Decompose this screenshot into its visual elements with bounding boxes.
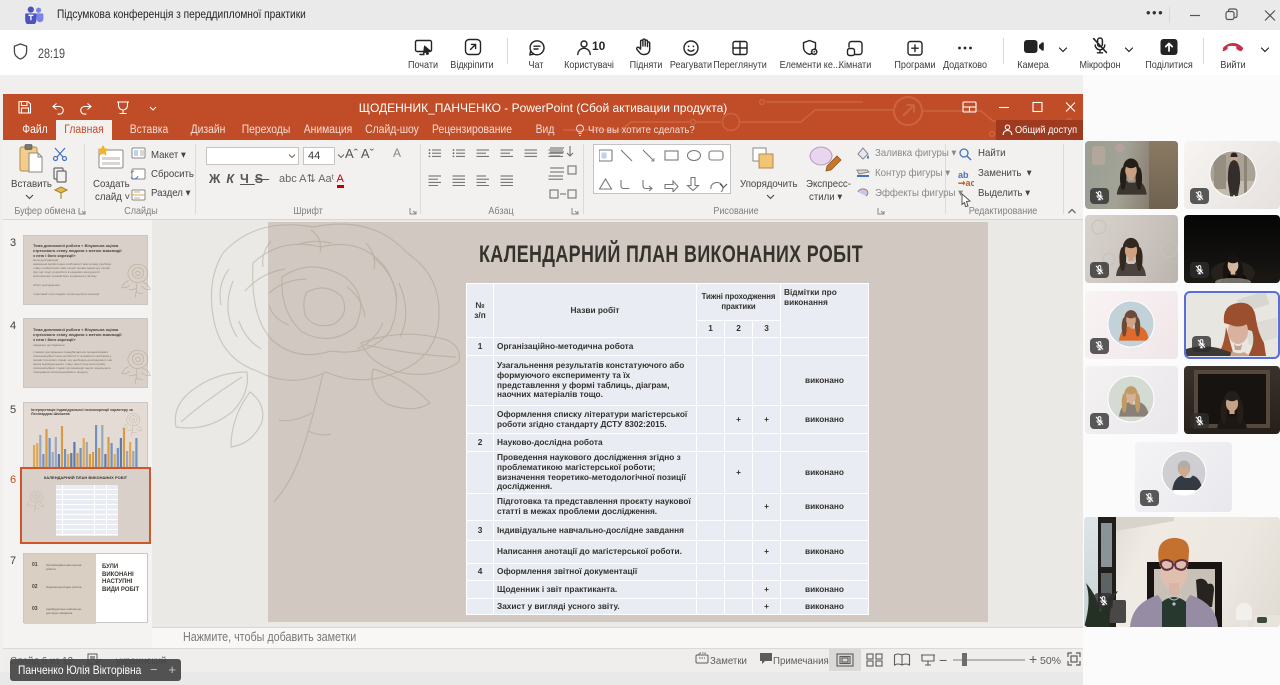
svg-text:➞ac: ➞ac bbox=[958, 178, 974, 188]
